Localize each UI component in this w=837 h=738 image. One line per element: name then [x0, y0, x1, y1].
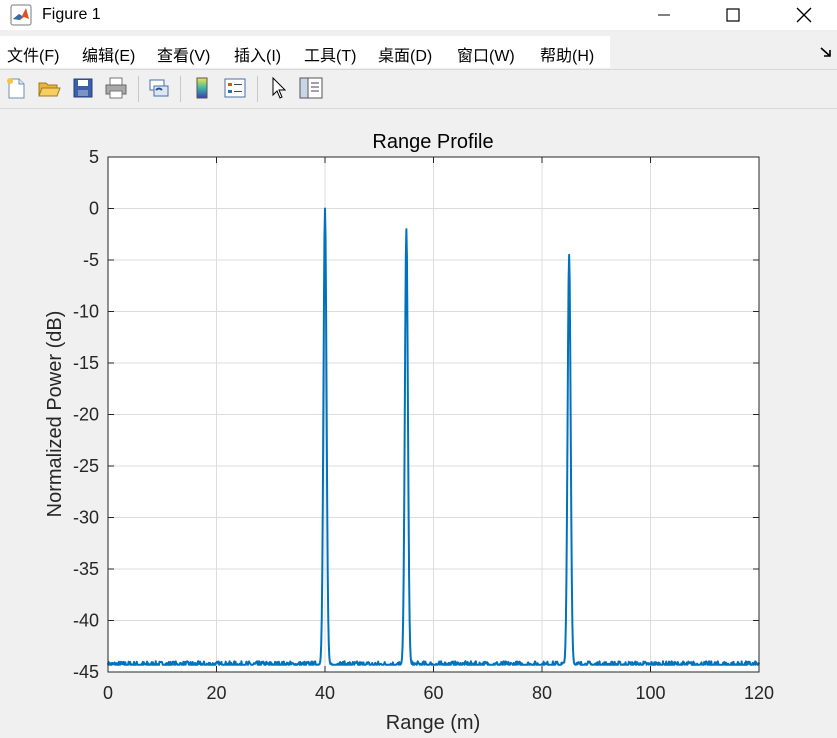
y-tick-label: -15: [73, 353, 99, 373]
chart-title: Range Profile: [372, 131, 493, 153]
x-tick-label: 20: [206, 683, 226, 703]
y-tick-label: -20: [73, 405, 99, 425]
figure-plot: 0 20 40 60 80 100 120 5 0 -5 -10 -15 -20 -25 -30 -35 -40…: [44, 131, 774, 734]
y-tick-label: -25: [73, 456, 99, 476]
y-axis-label: Normalized Power (dB): [44, 311, 66, 518]
x-tick-label: 120: [744, 683, 774, 703]
x-tick-label: 100: [635, 683, 665, 703]
x-tick-label: 60: [423, 683, 443, 703]
x-tick-label: 80: [532, 683, 552, 703]
y-tick-label: 0: [89, 199, 99, 219]
x-tick-label: 40: [315, 683, 335, 703]
y-tick-label: -5: [83, 250, 99, 270]
y-tick-label: 5: [89, 147, 99, 167]
y-tick-label: -10: [73, 302, 99, 322]
y-tick-label: -45: [73, 662, 99, 682]
x-tick-label: 0: [103, 683, 113, 703]
y-tick-label: -35: [73, 559, 99, 579]
x-axis-label: Range (m): [386, 712, 480, 734]
y-tick-label: -40: [73, 611, 99, 631]
y-tick-label: -30: [73, 508, 99, 528]
